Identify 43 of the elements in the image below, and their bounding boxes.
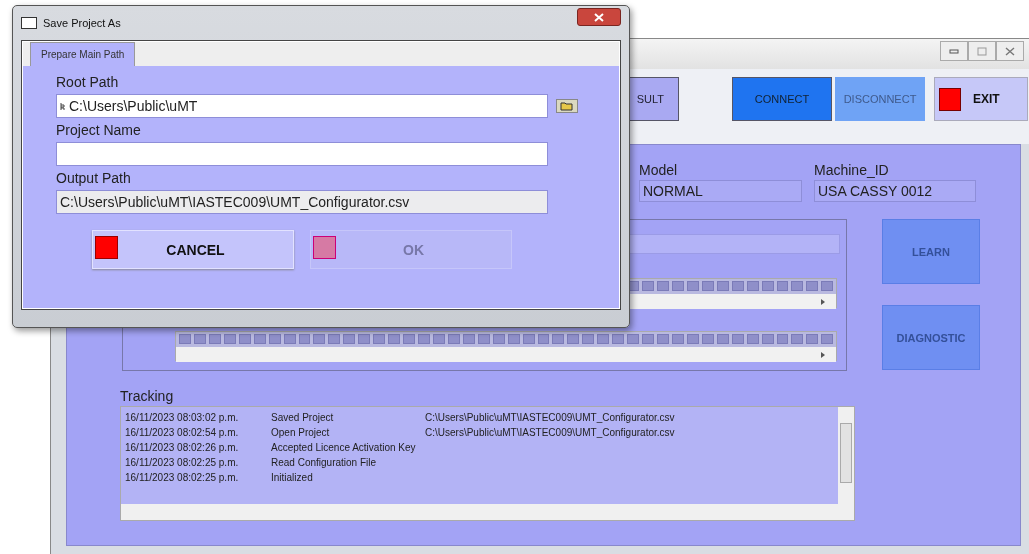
- tab[interactable]: Prepare Main Path: [30, 42, 136, 66]
- log-time: 16/11/2023 08:02:54 p.m.: [125, 427, 240, 438]
- log-path: C:\Users\Public\uMT\IASTEC009\UMT_Configurator.csv: [425, 412, 675, 423]
- scroll-right-icon[interactable]: [820, 297, 826, 306]
- toolbar-button[interactable]: CONNECT: [732, 77, 832, 121]
- log-event: Initialized: [271, 472, 314, 483]
- exit-button[interactable]: EXIT: [934, 77, 1028, 121]
- dialog-button[interactable]: CANCEL: [92, 230, 294, 269]
- field-label: Project Name: [56, 122, 142, 140]
- readonly-field: NORMAL: [639, 180, 802, 202]
- close-icon: [1005, 46, 1015, 56]
- minimize-button[interactable]: [940, 41, 968, 61]
- path-field[interactable]: C:\Users\Public\uMT: [56, 94, 548, 118]
- log-event: Read Configuration File: [271, 457, 378, 468]
- field-label: Machine_ID: [814, 162, 890, 178]
- log-event: Accepted Licence Activation Key: [271, 442, 417, 453]
- log-time: 16/11/2023 08:02:25 p.m.: [125, 472, 240, 483]
- log-time: 16/11/2023 08:02:26 p.m.: [125, 442, 240, 453]
- log-path: C:\Users\Public\uMT\IASTEC009\UMT_Configurator.csv: [425, 427, 675, 438]
- maximize-button[interactable]: [968, 41, 996, 61]
- scroll-right-icon[interactable]: [820, 350, 826, 359]
- log-event: Saved Project: [271, 412, 335, 423]
- maximize-icon: [977, 46, 987, 56]
- input-field[interactable]: [56, 142, 548, 166]
- log-event: Open Project: [271, 427, 331, 438]
- section-label: Tracking: [120, 388, 175, 404]
- field-label: Root Path: [56, 74, 120, 92]
- horizontal-scrollbar[interactable]: [121, 504, 854, 520]
- field-label: Output Path: [56, 170, 132, 188]
- minimize-icon: [949, 48, 959, 54]
- folder-icon[interactable]: [556, 99, 578, 113]
- close-icon: [594, 12, 604, 22]
- path-icon: [60, 101, 66, 111]
- app-icon: [21, 17, 37, 29]
- log-time: 16/11/2023 08:02:25 p.m.: [125, 457, 240, 468]
- window-title: Save Project As: [43, 17, 122, 29]
- close-button[interactable]: [577, 8, 621, 26]
- output-path-field[interactable]: C:\Users\Public\uMT\IASTEC009\UMT_Configurator.csv: [56, 190, 548, 214]
- readonly-field: USA CASSY 0012: [814, 180, 976, 202]
- log-time: 16/11/2023 08:03:02 p.m.: [125, 412, 240, 423]
- field-label: Model: [639, 162, 679, 178]
- vertical-scrollbar[interactable]: [838, 407, 854, 504]
- array-control[interactable]: [175, 331, 837, 361]
